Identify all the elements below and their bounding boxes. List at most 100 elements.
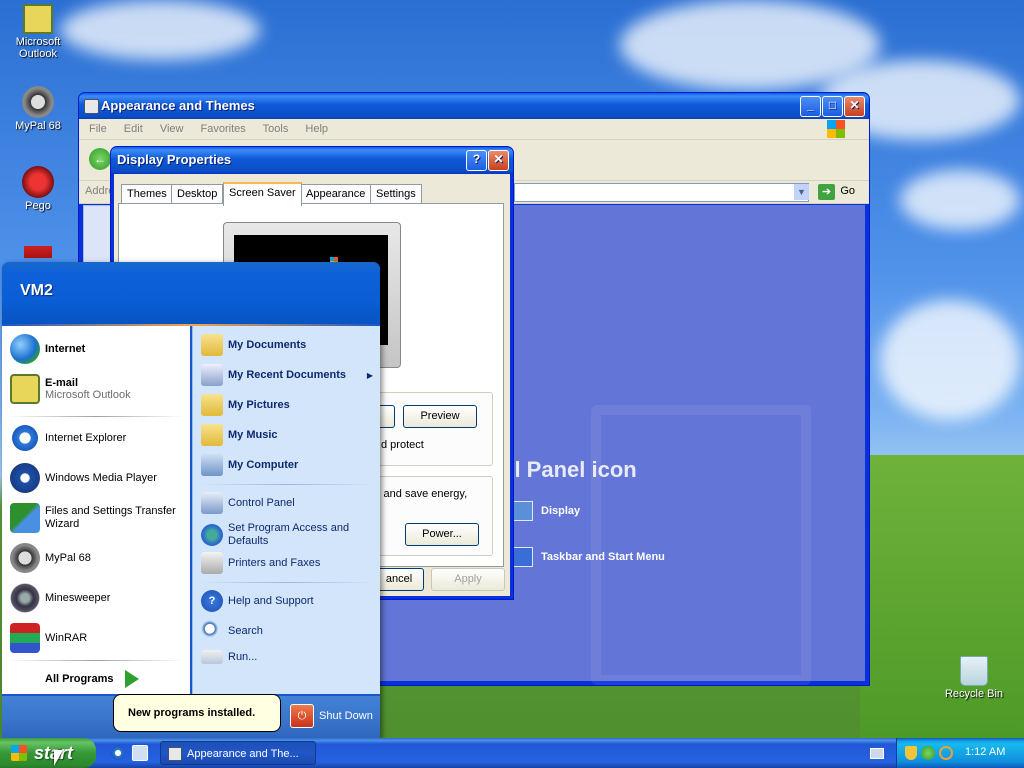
desktop-icon-recycle-bin[interactable]: Recycle Bin bbox=[936, 656, 1012, 700]
pinned-internet[interactable]: Internet bbox=[10, 334, 85, 364]
menu-my-recent-documents[interactable]: My Recent Documents ▶ bbox=[201, 364, 373, 386]
dialog-titlebar[interactable]: Display Properties ? ✕ bbox=[111, 147, 513, 173]
recent-internet-explorer[interactable]: Internet Explorer bbox=[10, 423, 126, 453]
menu-view[interactable]: View bbox=[160, 123, 184, 135]
submenu-arrow-icon: ▶ bbox=[366, 370, 373, 380]
item-label: Windows Media Player bbox=[45, 472, 157, 484]
recent-mypal[interactable]: MyPal 68 bbox=[10, 543, 91, 573]
tab-screen-saver[interactable]: Screen Saver bbox=[223, 182, 302, 206]
desktop-icon-label: MyPal 68 bbox=[15, 120, 61, 132]
separator bbox=[199, 484, 375, 485]
menu-my-computer[interactable]: My Computer bbox=[201, 454, 298, 476]
close-button[interactable]: ✕ bbox=[488, 150, 509, 171]
pick-control-panel-icon-heading: ol Panel icon bbox=[501, 457, 637, 482]
desktop-icon-label: Microsoft Outlook bbox=[15, 36, 61, 60]
start-menu: VM2 Internet E-mail Microsoft Outlook Int… bbox=[2, 262, 380, 738]
desktop-icon-label: Recycle Bin bbox=[944, 688, 1004, 700]
all-programs-button[interactable]: All Programs bbox=[45, 670, 140, 688]
desktop-icon-pego[interactable]: Pego bbox=[0, 166, 76, 212]
recent-winrar[interactable]: WinRAR bbox=[10, 623, 87, 653]
help-button[interactable]: ? bbox=[466, 150, 487, 171]
menu-favorites[interactable]: Favorites bbox=[201, 123, 246, 135]
item-label: Printers and Faxes bbox=[228, 557, 321, 569]
desktop-quicklaunch-icon[interactable] bbox=[132, 745, 148, 761]
search-tray-icon[interactable] bbox=[939, 746, 953, 760]
ie-quicklaunch-icon[interactable] bbox=[110, 745, 126, 761]
window-titlebar[interactable]: Appearance and Themes _ □ ✕ bbox=[79, 93, 869, 119]
mouse-cursor bbox=[54, 750, 63, 766]
menu-set-program-access[interactable]: Set Program Access and Defaults bbox=[201, 522, 358, 548]
menu-tools[interactable]: Tools bbox=[263, 123, 289, 135]
internet-explorer-icon bbox=[10, 423, 40, 453]
go-button[interactable]: Go bbox=[840, 185, 855, 197]
start-button[interactable]: start bbox=[0, 738, 96, 768]
item-label: My Recent Documents bbox=[228, 369, 346, 381]
help-icon: ? bbox=[201, 590, 223, 612]
desktop-icon-outlook[interactable]: Microsoft Outlook bbox=[0, 4, 76, 60]
security-shield-icon[interactable] bbox=[905, 746, 917, 760]
menu-help[interactable]: Help bbox=[305, 123, 328, 135]
cloud bbox=[900, 170, 1020, 230]
music-folder-icon bbox=[201, 424, 223, 446]
minimize-button[interactable]: _ bbox=[800, 96, 821, 117]
all-programs-label: All Programs bbox=[45, 673, 114, 685]
tab-settings[interactable]: Settings bbox=[370, 184, 422, 203]
menu-file[interactable]: File bbox=[89, 123, 107, 135]
menu-my-documents[interactable]: My Documents bbox=[201, 334, 306, 356]
window-title: Appearance and Themes bbox=[101, 98, 255, 113]
recent-files-settings-wizard[interactable]: Files and Settings Transfer Wizard bbox=[10, 503, 185, 533]
maximize-button[interactable]: □ bbox=[822, 96, 843, 117]
menu-run[interactable]: Run... bbox=[201, 650, 257, 664]
menu-search[interactable]: Search bbox=[201, 620, 263, 642]
pego-icon bbox=[22, 166, 54, 198]
shut-down-button[interactable]: ⏻ Shut Down bbox=[290, 704, 373, 728]
menu-control-panel[interactable]: Control Panel bbox=[201, 492, 295, 514]
network-icon[interactable] bbox=[921, 746, 935, 760]
item-label: Search bbox=[228, 625, 263, 637]
recent-minesweeper[interactable]: Minesweeper bbox=[10, 583, 110, 613]
link-taskbar-start-menu[interactable]: Taskbar and Start Menu bbox=[513, 547, 665, 567]
go-icon[interactable]: ➔ bbox=[818, 184, 835, 200]
close-button[interactable]: ✕ bbox=[844, 96, 865, 117]
menu-edit[interactable]: Edit bbox=[124, 123, 143, 135]
watermark-icon bbox=[591, 405, 811, 685]
item-label: Help and Support bbox=[228, 595, 314, 607]
apply-button[interactable]: Apply bbox=[431, 568, 505, 591]
item-label: Control Panel bbox=[228, 497, 295, 509]
menu-printers-faxes[interactable]: Printers and Faxes bbox=[201, 552, 320, 574]
menu-my-pictures[interactable]: My Pictures bbox=[201, 394, 290, 416]
task-button-label: Appearance and The... bbox=[187, 748, 299, 760]
menu-my-music[interactable]: My Music bbox=[201, 424, 278, 446]
item-label: My Documents bbox=[228, 339, 307, 351]
power-button[interactable]: Power... bbox=[405, 523, 479, 546]
address-input[interactable] bbox=[514, 183, 809, 202]
tab-appearance[interactable]: Appearance bbox=[300, 184, 372, 203]
tab-desktop[interactable]: Desktop bbox=[171, 184, 224, 203]
search-icon bbox=[201, 620, 223, 642]
back-icon[interactable]: ← bbox=[89, 148, 111, 170]
link-display[interactable]: Display bbox=[513, 501, 580, 521]
desktop-icon-winrar[interactable] bbox=[0, 246, 76, 260]
new-programs-balloon: New programs installed. bbox=[113, 694, 281, 732]
power-icon: ⏻ bbox=[290, 704, 314, 728]
address-dropdown-icon[interactable]: ▼ bbox=[794, 184, 809, 200]
balloon-text: New programs installed. bbox=[128, 707, 256, 719]
taskbar-icon bbox=[513, 547, 533, 567]
item-label: My Pictures bbox=[228, 399, 290, 411]
desktop-icon-mypal[interactable]: MyPal 68 bbox=[0, 86, 76, 132]
menu-help-support[interactable]: ? Help and Support bbox=[201, 590, 314, 612]
window-icon bbox=[168, 747, 182, 761]
link-label: Display bbox=[541, 505, 581, 517]
recent-windows-media-player[interactable]: Windows Media Player bbox=[10, 463, 157, 493]
pinned-email[interactable]: E-mail Microsoft Outlook bbox=[10, 374, 131, 404]
user-name: VM2 bbox=[20, 282, 53, 299]
item-label: Files and Settings Transfer Wizard bbox=[45, 505, 176, 530]
preview-button[interactable]: Preview bbox=[403, 405, 477, 428]
cloud bbox=[60, 0, 260, 60]
taskbar-button-appearance-themes[interactable]: Appearance and The... bbox=[160, 741, 316, 765]
clock[interactable]: 1:12 AM bbox=[965, 746, 1005, 758]
keyboard-icon[interactable] bbox=[870, 748, 884, 759]
item-label: Set Program Access and Defaults bbox=[228, 522, 350, 547]
separator bbox=[8, 416, 184, 417]
tab-themes[interactable]: Themes bbox=[121, 184, 173, 203]
